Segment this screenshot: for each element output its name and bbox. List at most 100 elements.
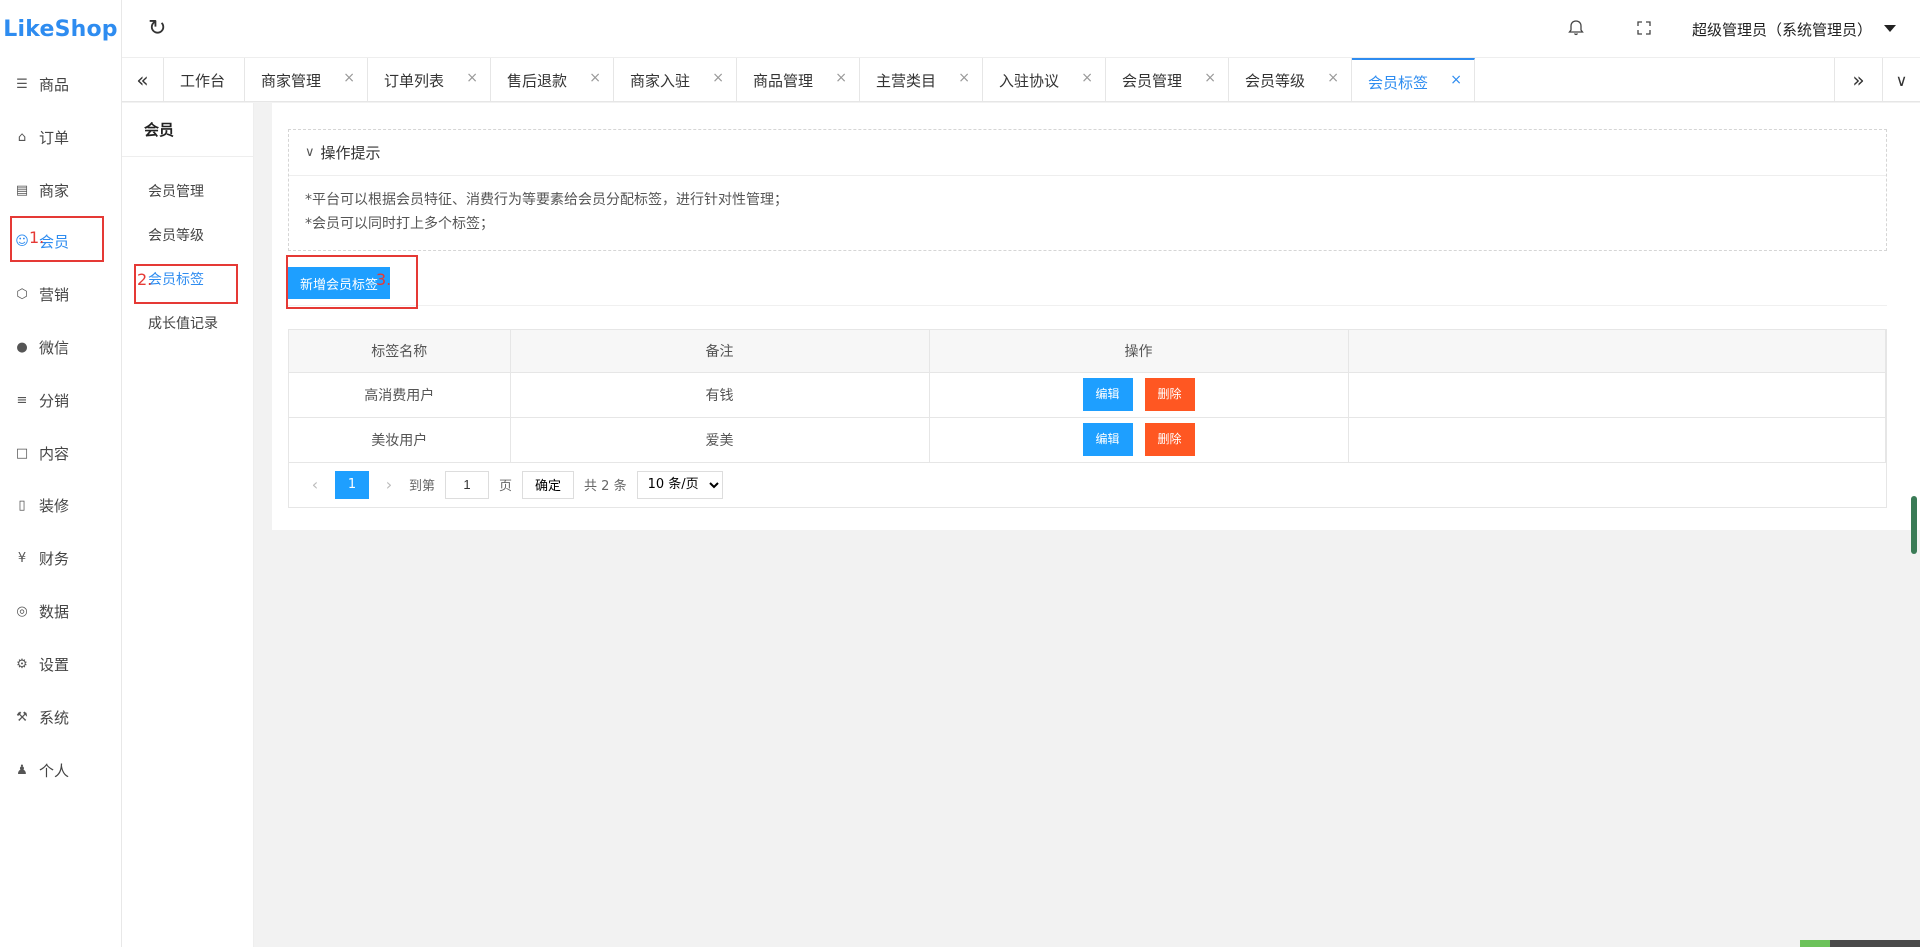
sidebar-item[interactable]: ● 微信: [14, 327, 69, 367]
sidebar-item-label: 数据: [39, 602, 70, 621]
tab[interactable]: 入驻协议 ×: [983, 58, 1106, 102]
tab-menu-chevron-icon[interactable]: ∨: [1882, 58, 1920, 102]
gear-icon: ⚙: [16, 656, 28, 672]
sub-sidebar-item[interactable]: 会员等级: [148, 225, 204, 245]
sidebar-item[interactable]: ⌂ 订单: [14, 117, 69, 157]
sub-sidebar-item[interactable]: 会员管理: [148, 181, 204, 201]
next-page-icon[interactable]: ›: [377, 475, 401, 494]
remark-cell: 爱美: [510, 417, 930, 463]
empty-cell: [1348, 372, 1886, 418]
annotation-number: 1.: [29, 228, 45, 247]
sidebar-item[interactable]: ♟ 个人: [14, 750, 69, 790]
actions-cell: 编辑 删除: [929, 417, 1349, 463]
sidebar-item-label: 内容: [39, 444, 70, 463]
close-icon[interactable]: ×: [958, 70, 970, 86]
sidebar-item-label: 财务: [39, 549, 70, 568]
column-header: 标签名称: [289, 330, 511, 373]
close-icon[interactable]: ×: [1081, 70, 1093, 86]
sidebar-item[interactable]: ¥ 财务: [14, 538, 69, 578]
close-icon[interactable]: ×: [466, 70, 478, 86]
edit-button[interactable]: 编辑: [1082, 423, 1133, 456]
globe-icon: ◎: [16, 603, 28, 619]
store-icon: ▤: [15, 182, 29, 198]
sub-sidebar-title: 会员: [122, 103, 253, 157]
page-unit-label: 页: [499, 479, 513, 494]
refresh-icon[interactable]: ↻: [148, 16, 166, 41]
sidebar-item-label: 微信: [39, 338, 70, 357]
delete-button[interactable]: 删除: [1144, 423, 1195, 456]
tab[interactable]: 主营类目 ×: [860, 58, 983, 102]
tab[interactable]: 会员等级 ×: [1229, 58, 1352, 102]
tab-label: 订单列表: [384, 72, 445, 90]
logo[interactable]: LikeShop: [0, 0, 121, 58]
tab-scroll-right-icon[interactable]: »: [1834, 58, 1882, 102]
close-icon[interactable]: ×: [589, 70, 601, 86]
divider: [288, 305, 1887, 306]
tab-scroll-left-icon[interactable]: «: [122, 58, 164, 102]
sidebar-item[interactable]: ⚒ 系统: [14, 697, 69, 737]
remark-cell: 有钱: [510, 372, 930, 418]
delete-button[interactable]: 删除: [1144, 378, 1195, 411]
prev-page-icon[interactable]: ‹: [303, 475, 327, 494]
sidebar-item-label: 订单: [39, 128, 70, 147]
current-page[interactable]: 1: [335, 470, 369, 499]
tab-label: 商家管理: [261, 72, 322, 90]
chevron-down-icon: ∨: [305, 145, 315, 160]
tab-label: 入驻协议: [999, 72, 1060, 90]
sidebar-item-label: 设置: [39, 655, 70, 674]
sidebar-item[interactable]: □ 内容: [14, 433, 69, 473]
close-icon[interactable]: ×: [1327, 70, 1339, 86]
page-size-select[interactable]: 10 条/页: [636, 470, 723, 499]
tag-name-cell: 美妆用户: [289, 417, 511, 463]
sub-sidebar-item[interactable]: 成长值记录: [148, 313, 218, 333]
close-icon[interactable]: ×: [835, 70, 847, 86]
tab[interactable]: 商家入驻 ×: [614, 58, 737, 102]
page-scrollbar[interactable]: [1911, 496, 1917, 554]
tab[interactable]: 订单列表 ×: [368, 58, 491, 102]
notification-bell-icon[interactable]: [1566, 18, 1586, 38]
sidebar-item[interactable]: ▯ 装修: [14, 485, 69, 525]
sidebar-item[interactable]: ◎ 数据: [14, 591, 69, 631]
column-header-empty: [1348, 330, 1886, 373]
main-sidebar: LikeShop ☰ 商品 ⌂ 订单 ▤ 商家 ☺ 会员 ⬡ 营销 ● 微信 ≡ 分销 □ 内容 ▯ 装修 ¥ 财务 ◎…: [0, 0, 122, 947]
sidebar-item[interactable]: ⚙ 设置: [14, 644, 69, 684]
tab[interactable]: 会员管理 ×: [1106, 58, 1229, 102]
sidebar-item-label: 营销: [39, 285, 70, 304]
username[interactable]: 超级管理员（系统管理员）: [1692, 19, 1872, 40]
main-content: ∨ 操作提示 *平台可以根据会员特征、消费行为等要素给会员分配标签，进行针对性管…: [272, 103, 1920, 530]
sidebar-item[interactable]: ☰ 商品: [14, 64, 69, 104]
sidebar-item[interactable]: ▤ 商家: [14, 170, 69, 210]
tab[interactable]: 会员标签 ×: [1352, 58, 1475, 102]
sidebar-item[interactable]: ⬡ 营销: [14, 274, 69, 314]
close-icon[interactable]: ×: [712, 70, 724, 86]
tab-label: 会员管理: [1122, 72, 1183, 90]
person-icon: ♟: [16, 762, 28, 778]
user-menu-caret-icon[interactable]: [1884, 25, 1896, 32]
tab-label: 商品管理: [753, 72, 814, 90]
fullscreen-icon[interactable]: [1634, 18, 1654, 38]
tips-body: *平台可以根据会员特征、消费行为等要素给会员分配标签，进行针对性管理； *会员可…: [289, 176, 1886, 248]
close-icon[interactable]: ×: [343, 70, 355, 86]
annotation-box-member-nav: [10, 216, 104, 262]
tab[interactable]: 商家管理 ×: [245, 58, 368, 102]
tab[interactable]: 工作台: [164, 58, 245, 102]
tag-name-cell: 高消费用户: [289, 372, 511, 418]
sidebar-item-label: 个人: [39, 761, 70, 780]
close-icon[interactable]: ×: [1204, 70, 1216, 86]
annotation-number: 2.: [137, 270, 153, 289]
pagination: ‹ 1 › 到第 页 确定 共 2 条 10 条/页: [289, 463, 1886, 507]
sidebar-item[interactable]: ≡ 分销: [14, 380, 69, 420]
top-header: ↻ 超级管理员（系统管理员）: [122, 0, 1920, 58]
goto-page-input[interactable]: [445, 470, 490, 499]
goto-confirm-button[interactable]: 确定: [522, 470, 575, 499]
goto-label: 到第: [409, 479, 436, 494]
edit-button[interactable]: 编辑: [1082, 378, 1133, 411]
tab[interactable]: 售后退款 ×: [491, 58, 614, 102]
wechat-icon: ●: [16, 339, 28, 355]
cart-icon: ☰: [16, 76, 28, 92]
tab-label: 会员标签: [1368, 74, 1429, 92]
tips-header[interactable]: ∨ 操作提示: [289, 130, 1886, 176]
table-row: 高消费用户 有钱 编辑 删除: [289, 372, 1886, 418]
tab[interactable]: 商品管理 ×: [737, 58, 860, 102]
close-icon[interactable]: ×: [1450, 72, 1462, 88]
